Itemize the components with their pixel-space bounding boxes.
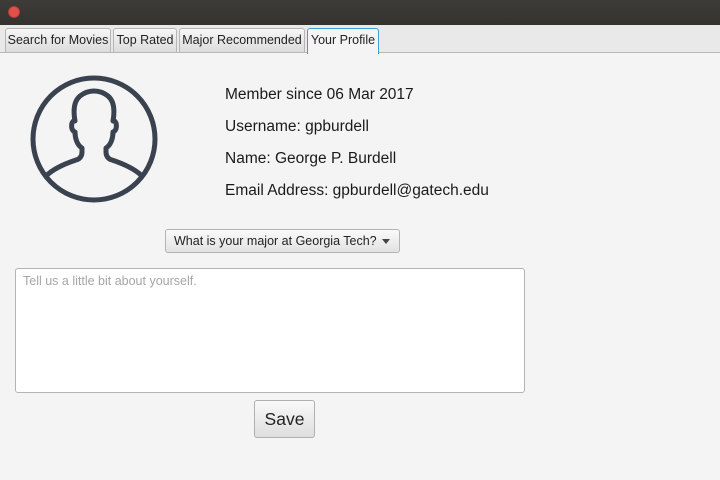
member-since-text: Member since 06 Mar 2017 xyxy=(225,86,414,103)
username-text: Username: gpburdell xyxy=(225,118,369,135)
major-select[interactable]: What is your major at Georgia Tech? xyxy=(165,229,400,253)
tab-major-recommended[interactable]: Major Recommended xyxy=(179,28,305,52)
chevron-down-icon xyxy=(382,239,390,244)
name-text: Name: George P. Burdell xyxy=(225,150,397,167)
tab-top-rated[interactable]: Top Rated xyxy=(113,28,177,52)
window-titlebar xyxy=(0,0,720,25)
close-icon[interactable] xyxy=(8,6,20,18)
tab-bar: Search for Movies Top Rated Major Recomm… xyxy=(0,25,720,54)
save-button[interactable]: Save xyxy=(254,400,315,438)
profile-panel: Member since 06 Mar 2017 Username: gpbur… xyxy=(0,53,720,480)
email-text: Email Address: gpburdell@gatech.edu xyxy=(225,182,489,199)
major-select-value: What is your major at Georgia Tech? xyxy=(174,234,377,248)
bio-textarea[interactable] xyxy=(15,268,525,393)
tab-your-profile[interactable]: Your Profile xyxy=(307,28,379,54)
user-silhouette-icon xyxy=(30,75,158,203)
tab-search-for-movies[interactable]: Search for Movies xyxy=(5,28,111,52)
